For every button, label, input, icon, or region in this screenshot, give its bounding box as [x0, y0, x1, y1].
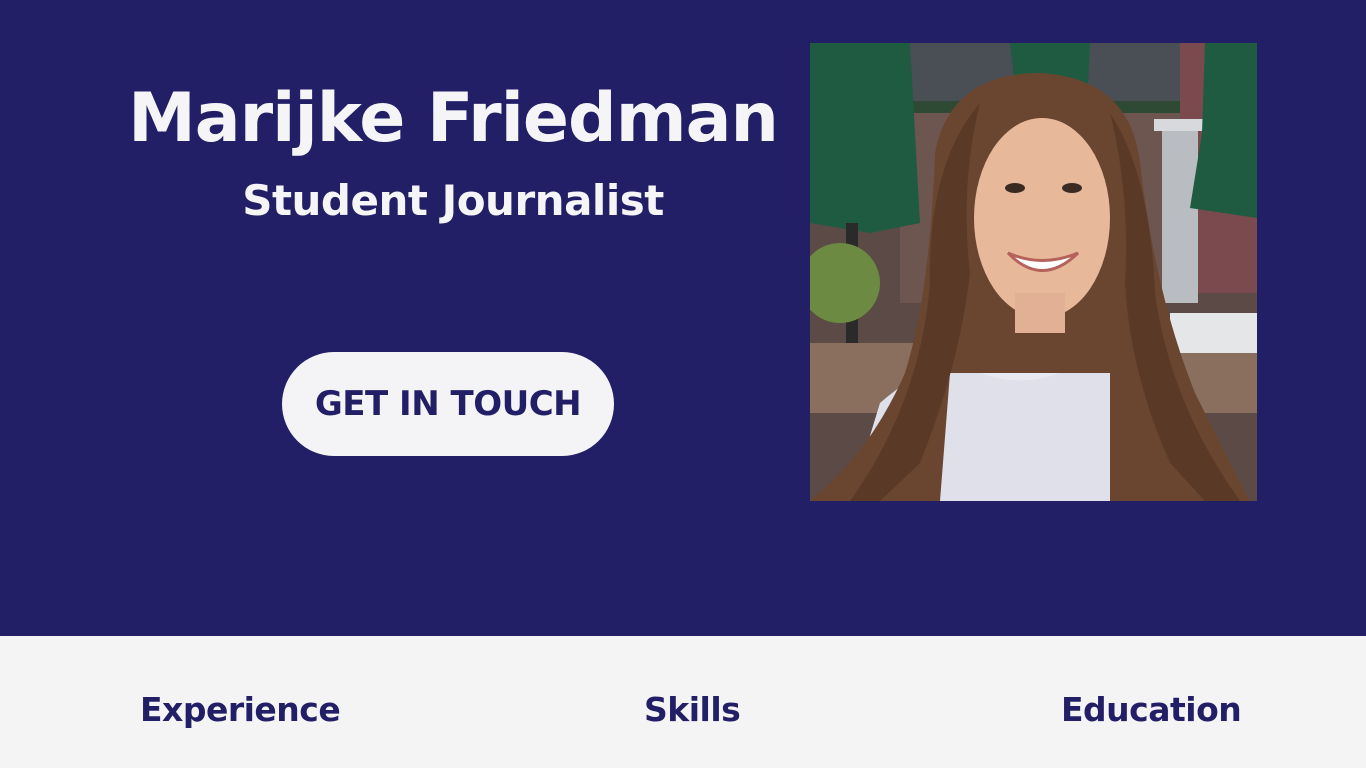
- hero-section: Marijke Friedman Student Journalist GET …: [0, 0, 1366, 636]
- profile-photo-illustration: [810, 43, 1257, 501]
- person-role: Student Journalist: [242, 176, 664, 225]
- person-name: Marijke Friedman: [128, 79, 779, 158]
- nav-experience[interactable]: Experience: [140, 690, 341, 730]
- nav-skills[interactable]: Skills: [644, 690, 741, 730]
- nav-education[interactable]: Education: [1061, 690, 1242, 730]
- sections-bar: Experience Skills Education: [0, 636, 1366, 768]
- get-in-touch-button[interactable]: GET IN TOUCH: [282, 352, 614, 456]
- profile-photo: [810, 43, 1257, 501]
